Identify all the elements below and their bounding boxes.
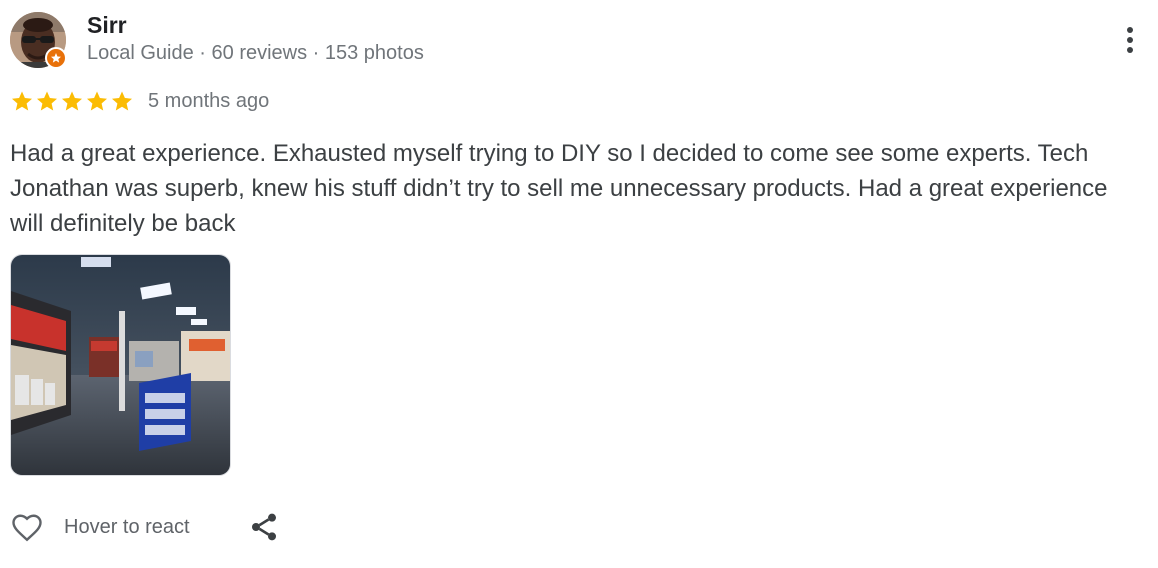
local-guide-star-icon	[45, 47, 67, 69]
more-vert-icon[interactable]	[1118, 22, 1142, 58]
reviewer-avatar[interactable]	[10, 12, 67, 69]
rating-row: 5 months ago	[10, 87, 269, 115]
star-rating	[10, 89, 134, 113]
review-text: Had a great experience. Exhausted myself…	[10, 140, 1108, 237]
react-label: Hover to react	[64, 515, 190, 538]
star-icon	[12, 91, 32, 111]
review-time: 5 months ago	[148, 89, 270, 112]
star-icon	[112, 91, 132, 111]
share-icon	[252, 513, 276, 541]
reviewer-name[interactable]: Sirr	[87, 12, 127, 39]
react-button[interactable]: Hover to react	[8, 508, 190, 546]
star-icon	[62, 91, 82, 111]
share-button[interactable]	[248, 510, 280, 544]
heart-outline-icon	[12, 514, 42, 542]
reviewer-meta: Local Guide · 60 reviews · 153 photos	[87, 42, 424, 64]
star-icon	[37, 91, 57, 111]
star-icon	[87, 91, 107, 111]
review-photo[interactable]	[10, 254, 231, 476]
